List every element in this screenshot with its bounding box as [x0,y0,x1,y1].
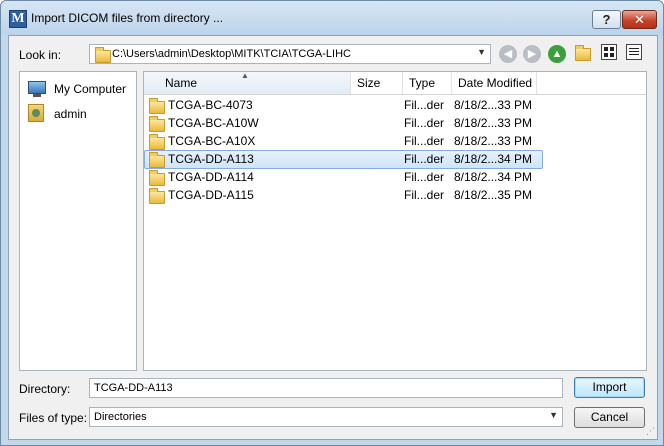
folder-icon [149,98,165,114]
file-type: Fil...der [404,170,445,184]
file-type: Fil...der [404,98,445,112]
folder-icon [149,188,165,204]
folder-icon [149,170,165,186]
folder-icon [149,134,165,150]
directory-label: Directory: [19,382,71,396]
list-view-icon[interactable] [626,44,642,60]
column-header-date-modified[interactable]: Date Modified [452,72,537,94]
chevron-down-icon: ▼ [549,410,558,420]
sidebar: My Computer admin [19,71,137,371]
file-name: TCGA-BC-A10W [168,116,259,130]
file-date: 8/18/2...35 PM [454,188,533,202]
sidebar-item-label: admin [54,107,87,121]
look-in-combo[interactable]: C:\Users\admin\Desktop\MITK\TCIA\TCGA-LI… [89,44,491,64]
import-button[interactable]: Import [574,377,645,398]
column-header-size[interactable]: Size [351,72,403,94]
directory-input[interactable] [89,378,563,398]
files-of-type-label: Files of type: [19,411,88,425]
files-of-type-combo[interactable]: Directories ▼ [89,407,563,427]
user-folder-icon [28,104,44,122]
cancel-button[interactable]: Cancel [574,407,645,428]
table-row[interactable]: TCGA-BC-A10W Fil...der 8/18/2...33 PM [144,114,646,132]
file-date: 8/18/2...34 PM [454,152,533,166]
file-date: 8/18/2...33 PM [454,116,533,130]
table-row[interactable]: TCGA-BC-4073 Fil...der 8/18/2...33 PM [144,96,646,114]
file-date: 8/18/2...33 PM [454,134,533,148]
title-bar[interactable]: M Import DICOM files from directory ... … [1,1,663,35]
look-in-path: C:\Users\admin\Desktop\MITK\TCIA\TCGA-LI… [112,48,351,60]
look-in-label: Look in: [19,48,62,62]
table-row[interactable]: TCGA-DD-A114 Fil...der 8/18/2...34 PM [144,168,646,186]
folder-icon [149,116,165,132]
table-row-selected[interactable]: TCGA-DD-A113 Fil...der 8/18/2...34 PM [144,150,646,169]
close-button[interactable]: ✕ [622,10,657,29]
up-icon[interactable]: ▲ [548,45,566,63]
folder-icon [95,47,111,63]
dialog-body: Look in: C:\Users\admin\Desktop\MITK\TCI… [8,35,658,440]
sidebar-item-label: My Computer [54,82,127,96]
computer-icon [28,81,46,97]
column-header-name[interactable]: Name ▲ [144,72,351,94]
file-list: Name ▲ Size Type Date Modified TCGA-BC-4… [143,71,647,371]
folder-icon [149,152,165,168]
file-date: 8/18/2...33 PM [454,98,533,112]
file-type: Fil...der [404,188,445,202]
file-type: Fil...der [404,134,445,148]
resize-grip-icon[interactable]: ⋰ [646,426,655,437]
table-row[interactable]: TCGA-DD-A115 Fil...der 8/18/2...35 PM [144,186,646,204]
file-name: TCGA-BC-4073 [168,98,253,112]
file-name: TCGA-DD-A115 [168,188,254,202]
back-icon[interactable]: ◀ [499,45,517,63]
file-type: Fil...der [404,116,445,130]
chevron-down-icon: ▼ [477,47,486,57]
table-row[interactable]: TCGA-BC-A10X Fil...der 8/18/2...33 PM [144,132,646,150]
file-name: TCGA-BC-A10X [168,134,256,148]
help-button[interactable]: ? [592,10,621,29]
new-folder-icon[interactable] [575,45,591,61]
file-list-header: Name ▲ Size Type Date Modified [144,72,646,95]
detail-view-icon[interactable] [601,44,617,60]
column-header-type[interactable]: Type [403,72,452,94]
file-type: Fil...der [404,152,445,166]
window-title: Import DICOM files from directory ... [31,11,224,25]
file-name: TCGA-DD-A113 [168,152,254,166]
import-dicom-dialog: M Import DICOM files from directory ... … [0,0,664,446]
sort-up-icon: ▲ [241,71,249,80]
forward-icon[interactable]: ▶ [523,45,541,63]
file-date: 8/18/2...34 PM [454,170,533,184]
files-of-type-value: Directories [94,411,147,423]
file-name: TCGA-DD-A114 [168,170,254,184]
app-icon: M [9,10,27,28]
